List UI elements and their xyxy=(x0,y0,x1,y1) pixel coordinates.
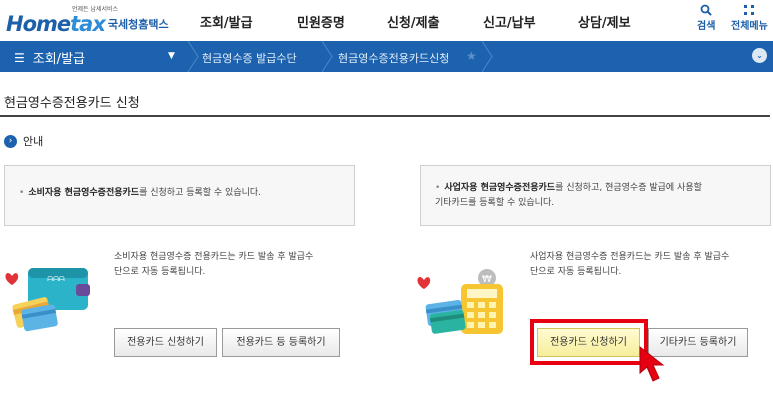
consumer-desc-line-2: 단으로 자동 등록됩니다. xyxy=(114,267,206,277)
top-header: 언제든 납세서비스 Home tax 국세청홈택스 조회/발급 민원증명 신청/… xyxy=(0,0,773,41)
title-divider xyxy=(0,115,770,117)
breadcrumb-separator-icon xyxy=(481,41,493,72)
gnb-item-report[interactable]: 신고/납부 xyxy=(483,12,536,31)
highlight-box xyxy=(530,319,648,365)
consumer-desc-line-1: 소비자용 현금영수증 전용카드는 카드 발송 후 발급수 xyxy=(114,252,314,262)
business-desc-line-1: 사업자용 현금영수증 전용카드는 카드 발송 후 발급수 xyxy=(530,252,730,262)
svg-text:ᗩᗩᗩ: ᗩᗩᗩ xyxy=(47,275,65,283)
hamburger-icon: ☰ xyxy=(14,50,25,65)
wallet-card-icon: ᗩᗩᗩ xyxy=(4,262,94,338)
business-notice-text-2: 기타카드를 등록할 수 있습니다. xyxy=(435,198,555,208)
arrow-right-circle-icon: › xyxy=(4,134,17,148)
consumer-notice-text: 를 신청하고 등록할 수 있습니다. xyxy=(139,188,262,198)
logo-home-text: Home xyxy=(6,12,71,36)
chevron-down-icon[interactable]: ⌄ xyxy=(752,48,767,63)
breadcrumb-separator-icon xyxy=(187,41,199,72)
gnb-item-consult[interactable]: 상담/제보 xyxy=(578,12,631,31)
bullet-dot: • xyxy=(435,183,441,193)
grid-icon xyxy=(744,5,755,15)
logo-slogan: 언제든 납세서비스 xyxy=(72,6,119,13)
consumer-notice-bold: 소비자용 현금영수증전용카드 xyxy=(28,188,140,198)
business-notice-text-1: 를 신청하고, 현금영수증 발급에 사용할 xyxy=(555,183,702,193)
business-description: 사업자용 현금영수증 전용카드는 카드 발송 후 발급수 단으로 자동 등록됩니… xyxy=(530,250,729,280)
search-button[interactable]: 검색 xyxy=(697,4,715,32)
gnb-item-certificate[interactable]: 민원증명 xyxy=(297,12,345,31)
breadcrumb: ☰ 조회/발급 ▼ 현금영수증 발급수단 현금영수증전용카드신청 ★ ⌄ xyxy=(0,41,773,72)
logo-korean-text: 국세청홈택스 xyxy=(107,18,169,31)
breadcrumb-separator-icon xyxy=(321,41,333,72)
bullet-dot: • xyxy=(19,188,25,198)
consumer-apply-card-button[interactable]: 전용카드 신청하기 xyxy=(114,328,217,357)
logo-tax-text: tax xyxy=(70,12,106,36)
star-icon[interactable]: ★ xyxy=(466,49,477,63)
search-icon xyxy=(700,4,712,16)
gnb-item-apply[interactable]: 신청/제출 xyxy=(387,12,440,31)
triangle-down-icon: ▼ xyxy=(168,51,175,61)
hometax-logo[interactable]: 언제든 납세서비스 Home tax 국세청홈택스 xyxy=(6,4,169,36)
breadcrumb-item-card-apply[interactable]: 현금영수증전용카드신청 xyxy=(338,50,449,66)
business-desc-line-2: 단으로 자동 등록됩니다. xyxy=(530,267,622,277)
gnb-item-inquiry[interactable]: 조회/발급 xyxy=(200,12,253,31)
page-title: 현금영수증전용카드 신청 xyxy=(4,96,140,111)
svg-text:₩: ₩ xyxy=(482,274,492,285)
business-notice-bold: 사업자용 현금영수증전용카드 xyxy=(444,183,556,193)
calculator-card-icon: ₩ xyxy=(417,268,509,340)
consumer-register-card-button[interactable]: 전용카드 등 등록하기 xyxy=(222,328,340,357)
breadcrumb-item-issue-method[interactable]: 현금영수증 발급수단 xyxy=(202,50,297,66)
all-menu-label: 전체메뉴 xyxy=(731,21,768,32)
all-menu-button[interactable]: 전체메뉴 xyxy=(731,4,768,32)
business-notice-box: • 사업자용 현금영수증전용카드를 신청하고, 현금영수증 발급에 사용할 기타카… xyxy=(420,165,771,226)
menu-dropdown-label: 조회/발급 xyxy=(32,52,85,67)
consumer-description: 소비자용 현금영수증 전용카드는 카드 발송 후 발급수 단으로 자동 등록됩니… xyxy=(114,250,313,280)
pointer-arrow-icon xyxy=(639,345,665,382)
info-section-header: › 안내 xyxy=(4,133,43,149)
menu-dropdown[interactable]: ☰ 조회/발급 xyxy=(14,48,85,68)
search-label: 검색 xyxy=(697,21,716,32)
consumer-notice-box: • 소비자용 현금영수증전용카드를 신청하고 등록할 수 있습니다. xyxy=(4,165,355,226)
info-label: 안내 xyxy=(23,135,44,148)
